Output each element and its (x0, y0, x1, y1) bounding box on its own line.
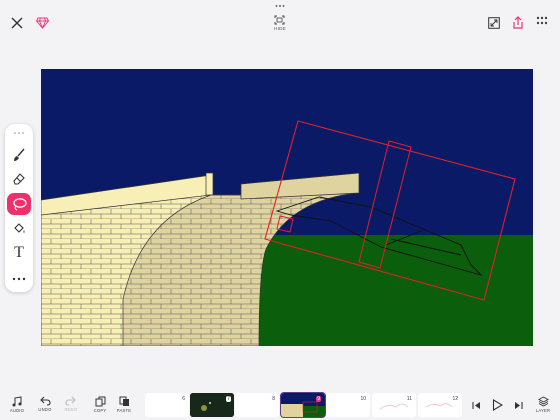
timeline-frame[interactable]: 6 (145, 393, 189, 417)
drawing-canvas[interactable] (41, 69, 533, 346)
timeline-frame[interactable]: 10 (326, 393, 370, 417)
skip-forward-icon (514, 401, 523, 409)
bridge-pillar-top (205, 172, 214, 196)
audio-button[interactable]: AUDIO (6, 396, 28, 413)
play-icon (492, 399, 503, 411)
close-icon (11, 17, 23, 29)
hide-label: HIDE (274, 26, 286, 31)
redo-icon (65, 396, 76, 406)
menu-dots-icon (536, 16, 548, 25)
redo-label: REDO (64, 407, 78, 412)
timeline-frame[interactable]: 8 (235, 393, 279, 417)
frame-number: 12 (452, 396, 458, 402)
premium-button[interactable] (33, 14, 51, 32)
share-button[interactable] (509, 13, 527, 31)
timeline-frame-current[interactable]: 9 (280, 392, 326, 418)
brush-icon (14, 148, 25, 161)
brush-tool[interactable] (7, 144, 31, 166)
copy-button[interactable]: COPY (89, 396, 111, 413)
skip-back-icon (471, 401, 480, 409)
grass (241, 235, 533, 346)
frame-number: 11 (406, 396, 412, 402)
paste-button[interactable]: PASTE (113, 396, 135, 413)
copy-label: COPY (93, 408, 107, 413)
fill-tool[interactable] (7, 218, 31, 240)
top-bar: HIDE (0, 0, 560, 40)
lasso-tool[interactable] (7, 193, 31, 215)
music-note-icon (12, 396, 22, 407)
paste-icon (119, 396, 129, 406)
fullscreen-icon (274, 15, 285, 25)
more-dots-icon (275, 5, 285, 7)
timeline-frame[interactable]: 7 (190, 393, 234, 417)
undo-label: UNDO (38, 407, 52, 412)
audio-label: AUDIO (9, 408, 25, 413)
canvas-artwork (41, 69, 533, 346)
more-tools-button[interactable] (7, 268, 31, 290)
settings-menu-button[interactable] (533, 12, 551, 30)
frame-number: 8 (272, 396, 275, 402)
undo-icon (40, 396, 51, 406)
share-icon (513, 15, 523, 29)
text-tool[interactable]: T (7, 242, 31, 264)
timeline-frame[interactable]: 11 (372, 393, 416, 417)
eraser-tool[interactable] (7, 168, 31, 190)
next-frame-button[interactable] (512, 398, 524, 412)
layers-icon (537, 396, 549, 407)
resize-icon (488, 17, 500, 29)
resize-canvas-button[interactable] (485, 14, 503, 32)
layer-button[interactable]: LAYER (532, 396, 554, 413)
timeline-frame[interactable]: 12 (418, 393, 462, 417)
eraser-icon (13, 173, 25, 185)
text-tool-icon: T (14, 244, 24, 261)
copy-icon (95, 396, 105, 407)
more-dots-icon (12, 277, 26, 281)
undo-button[interactable]: UNDO (34, 396, 56, 412)
play-button[interactable] (489, 398, 505, 412)
paint-bucket-icon (14, 223, 25, 233)
redo-button[interactable]: REDO (60, 396, 82, 412)
diamond-icon (35, 17, 49, 29)
lasso-icon (12, 198, 27, 211)
previous-frame-button[interactable] (470, 398, 482, 412)
paste-label: PASTE (116, 408, 132, 413)
frame-number: 7 (226, 396, 231, 402)
drag-grip-icon[interactable] (13, 131, 25, 135)
frame-number: 10 (360, 396, 366, 402)
layer-label: LAYER (535, 408, 551, 413)
tool-palette: T (5, 124, 33, 292)
frame-number: 6 (182, 396, 185, 402)
close-button[interactable] (8, 14, 26, 32)
frame-number: 9 (316, 396, 321, 402)
